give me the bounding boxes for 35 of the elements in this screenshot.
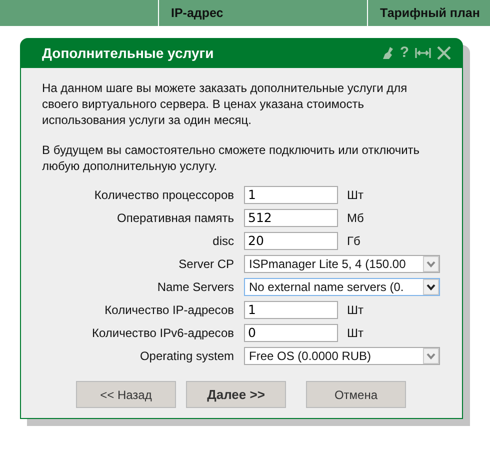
column-header: Тарифный план (380, 6, 480, 20)
column-header: IP-адрес (171, 6, 224, 20)
field-label: Server CP (178, 257, 234, 271)
chevron-icon (423, 348, 439, 364)
field-label: Name Servers (156, 280, 234, 294)
dialog-button[interactable]: << Назад (76, 381, 176, 408)
description-text: В будущем вы самостоятельно сможете подключить или отключить любую дополнительную услугу. (42, 142, 421, 174)
dialog-button[interactable]: Далее >> (186, 381, 286, 408)
field-label: disc (212, 234, 234, 248)
unit-label: Шт (347, 303, 364, 317)
resize-icon[interactable] (415, 46, 431, 60)
dropdown[interactable]: Free OS (0.0000 RUB) (244, 347, 440, 365)
unit-label: Гб (347, 234, 360, 248)
chevron-icon (423, 256, 439, 272)
input-field[interactable]: 1 (244, 186, 338, 204)
broom-icon[interactable] (382, 46, 394, 60)
field-label: Количество процессоров (93, 188, 234, 202)
field-label: Количество IPv6-адресов (91, 326, 234, 340)
close-icon[interactable] (437, 46, 451, 60)
unit-label: Шт (347, 326, 364, 340)
field-label: Operating system (138, 349, 234, 363)
input-field[interactable]: 512 (244, 209, 338, 227)
unit-label: Шт (347, 188, 364, 202)
input-field[interactable]: 1 (244, 301, 338, 319)
chevron-icon (423, 279, 439, 295)
dialog-title: Дополнительные услуги (42, 45, 215, 61)
field-label: Количество IP-адресов (104, 303, 234, 317)
dialog-button[interactable]: Отмена (306, 381, 406, 408)
dropdown[interactable]: No external name servers (0. (244, 278, 440, 296)
input-field[interactable]: 20 (244, 232, 338, 250)
unit-label: Мб (347, 211, 364, 225)
field-label: Оперативная память (116, 211, 234, 225)
dropdown[interactable]: ISPmanager Lite 5, 4 (150.00 (244, 255, 440, 273)
input-field[interactable]: 0 (244, 324, 338, 342)
description-text: На данном шаге вы можете заказать дополнительные услуги для своего виртуального сервера. В ценах указана стоимость использования услуги за один месяц. (42, 80, 408, 128)
